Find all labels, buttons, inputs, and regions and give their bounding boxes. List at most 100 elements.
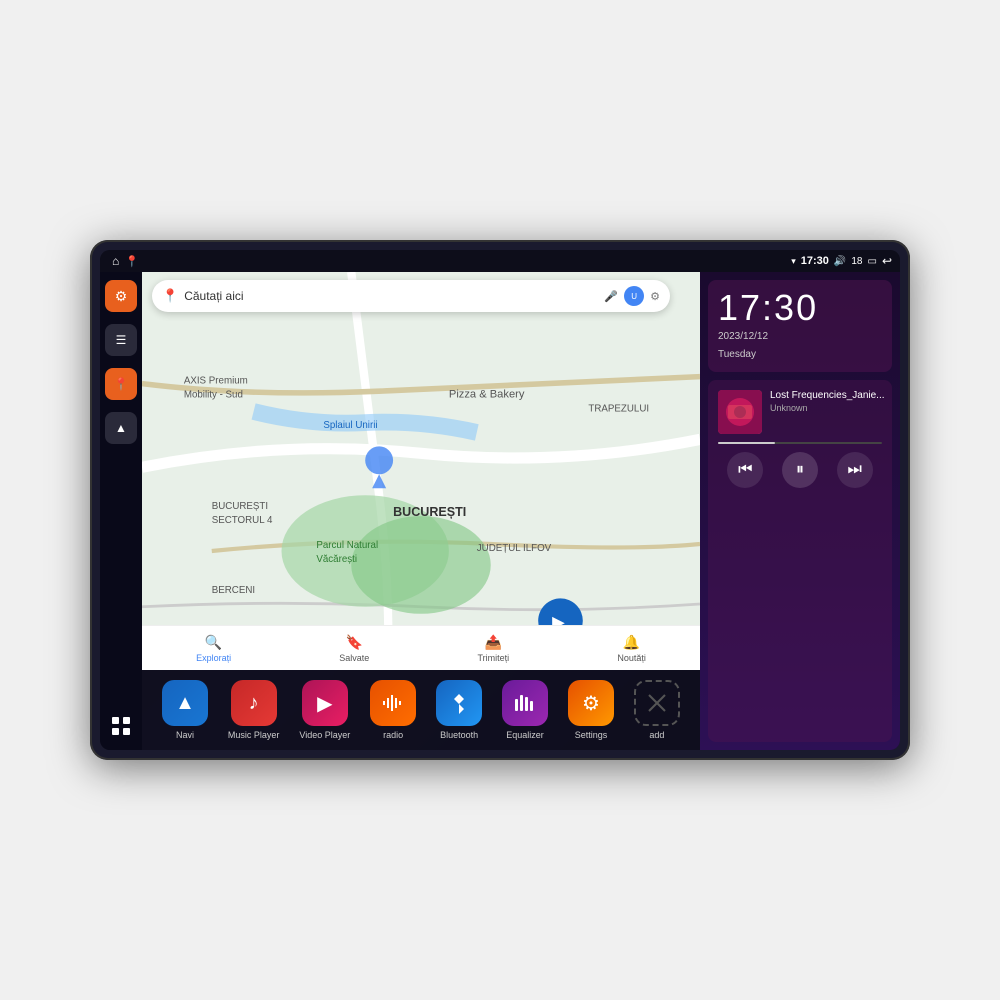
center-content: BUCUREȘTI JUDEȚUL ILFOV BERCENI BUCUREȘT… (142, 272, 700, 750)
sidebar-grid-button[interactable] (105, 710, 137, 742)
svg-text:Văcărești: Văcărești (316, 554, 357, 565)
microphone-icon[interactable]: 🎤 (604, 290, 618, 303)
app-radio[interactable]: radio (370, 680, 416, 740)
files-icon: ☰ (116, 333, 127, 347)
music-player-icon: ♪ (231, 680, 277, 726)
map-nav-news[interactable]: 🔔 Noutăți (617, 634, 646, 663)
bluetooth-symbol (448, 692, 470, 714)
prev-track-button[interactable]: ⏮ (727, 452, 763, 488)
album-art-image (718, 390, 762, 434)
app-dock: ▲ Navi ♪ Music Player ▶ Vid (142, 670, 700, 750)
app-video-player[interactable]: ▶ Video Player (299, 680, 350, 740)
radio-label: radio (383, 730, 403, 740)
map-nav-saved[interactable]: 🔖 Salvate (339, 634, 369, 663)
sidebar-nav-button[interactable]: ▲ (105, 412, 137, 444)
settings-icon: ⚙ (568, 680, 614, 726)
video-player-icon: ▶ (302, 680, 348, 726)
screen: ⌂ 📍 ▾ 17:30 🔊 18 ▭ ↩ ⚙ ☰ (100, 250, 900, 750)
volume-icon: 🔊 (834, 256, 846, 267)
saved-icon: 🔖 (346, 634, 363, 651)
battery-level: 18 (851, 256, 862, 267)
sidebar-files-button[interactable]: ☰ (105, 324, 137, 356)
app-navi[interactable]: ▲ Navi (162, 680, 208, 740)
map-widget[interactable]: BUCUREȘTI JUDEȚUL ILFOV BERCENI BUCUREȘT… (142, 272, 700, 670)
gear-icon: ⚙ (115, 288, 128, 305)
settings-gear-symbol: ⚙ (582, 691, 600, 716)
map-status-icon[interactable]: 📍 (125, 255, 139, 268)
navi-icon: ▲ (162, 680, 208, 726)
app-music-player[interactable]: ♪ Music Player (228, 680, 280, 740)
svg-text:JUDEȚUL ILFOV: JUDEȚUL ILFOV (477, 543, 552, 554)
next-track-button[interactable]: ⏭ (837, 452, 873, 488)
map-pin-icon: 📍 (114, 377, 129, 391)
music-symbol: ♪ (249, 692, 259, 715)
music-progress-bar-container[interactable] (718, 442, 882, 444)
music-widget: Lost Frequencies_Janie... Unknown ⏮ ⏸ (708, 380, 892, 742)
app-equalizer[interactable]: Equalizer (502, 680, 548, 740)
settings-label: Settings (575, 730, 608, 740)
car-head-unit: ⌂ 📍 ▾ 17:30 🔊 18 ▭ ↩ ⚙ ☰ (90, 240, 910, 760)
google-maps-pin-icon: 📍 (162, 288, 178, 304)
svg-text:BUCUREȘTI: BUCUREȘTI (212, 501, 268, 512)
music-title-text: Lost Frequencies_Janie... (770, 390, 885, 401)
main-area: ⚙ ☰ 📍 ▲ (100, 272, 900, 750)
music-meta: Lost Frequencies_Janie... Unknown (770, 390, 885, 413)
navi-symbol: ▲ (175, 692, 195, 715)
share-icon: 📤 (485, 634, 502, 651)
prev-icon: ⏮ (738, 461, 752, 479)
share-label: Trimiteți (478, 653, 510, 663)
music-player-label: Music Player (228, 730, 280, 740)
play-pause-icon: ⏸ (796, 461, 804, 479)
app-add[interactable]: add (634, 680, 680, 740)
video-player-label: Video Player (299, 730, 350, 740)
svg-text:TRAPEZULUI: TRAPEZULUI (588, 403, 649, 414)
clock-date-display: 2023/12/12 Tuesday (718, 326, 882, 362)
home-icon[interactable]: ⌂ (112, 254, 119, 268)
sidebar-map-button[interactable]: 📍 (105, 368, 137, 400)
explore-icon: 🔍 (205, 634, 222, 651)
next-icon: ⏭ (847, 461, 861, 479)
right-panel: 17:30 2023/12/12 Tuesday (700, 272, 900, 750)
svg-text:BERCENI: BERCENI (212, 585, 255, 596)
music-info-area: Lost Frequencies_Janie... Unknown (718, 390, 882, 434)
album-art (718, 390, 762, 434)
music-artist-text: Unknown (770, 403, 885, 413)
svg-text:SECTORUL 4: SECTORUL 4 (212, 515, 273, 526)
radio-icon (370, 680, 416, 726)
equalizer-label: Equalizer (506, 730, 544, 740)
svg-text:Mobility - Sud: Mobility - Sud (184, 390, 243, 401)
app-settings[interactable]: ⚙ Settings (568, 680, 614, 740)
search-input-text[interactable]: Căutați aici (184, 289, 598, 303)
svg-text:Splaiul Unirii: Splaiul Unirii (323, 420, 377, 431)
saved-label: Salvate (339, 653, 369, 663)
add-label: add (649, 730, 664, 740)
svg-text:BUCUREȘTI: BUCUREȘTI (393, 505, 466, 519)
map-nav-share[interactable]: 📤 Trimiteți (478, 634, 510, 663)
status-bar: ⌂ 📍 ▾ 17:30 🔊 18 ▭ ↩ (100, 250, 900, 272)
bluetooth-label: Bluetooth (440, 730, 478, 740)
app-bluetooth[interactable]: Bluetooth (436, 680, 482, 740)
back-icon[interactable]: ↩ (882, 254, 892, 268)
clock-day-text: Tuesday (718, 348, 882, 362)
sidebar-settings-button[interactable]: ⚙ (105, 280, 137, 312)
settings-dots-icon[interactable]: ⚙ (650, 290, 660, 303)
play-pause-button[interactable]: ⏸ (782, 452, 818, 488)
equalizer-icon (502, 680, 548, 726)
svg-text:Pizza & Bakery: Pizza & Bakery (449, 389, 525, 401)
news-label: Noutăți (617, 653, 646, 663)
news-icon: 🔔 (623, 634, 640, 651)
navi-label: Navi (176, 730, 194, 740)
grid-icon (111, 716, 131, 736)
radio-waveform-icon (381, 691, 405, 715)
map-bottom-nav: 🔍 Explorați 🔖 Salvate 📤 Trimiteți � (142, 625, 700, 670)
video-symbol: ▶ (317, 691, 332, 716)
wifi-signal-icon: ▾ (791, 256, 796, 267)
clock-widget: 17:30 2023/12/12 Tuesday (708, 280, 892, 372)
add-icon (634, 680, 680, 726)
svg-text:AXIS Premium: AXIS Premium (184, 376, 248, 387)
profile-avatar[interactable]: U (624, 286, 644, 306)
music-controls: ⏮ ⏸ ⏭ (718, 452, 882, 488)
map-nav-explore[interactable]: 🔍 Explorați (196, 634, 231, 663)
map-search-bar[interactable]: 📍 Căutați aici 🎤 U ⚙ (152, 280, 670, 312)
equalizer-symbol (513, 691, 537, 715)
